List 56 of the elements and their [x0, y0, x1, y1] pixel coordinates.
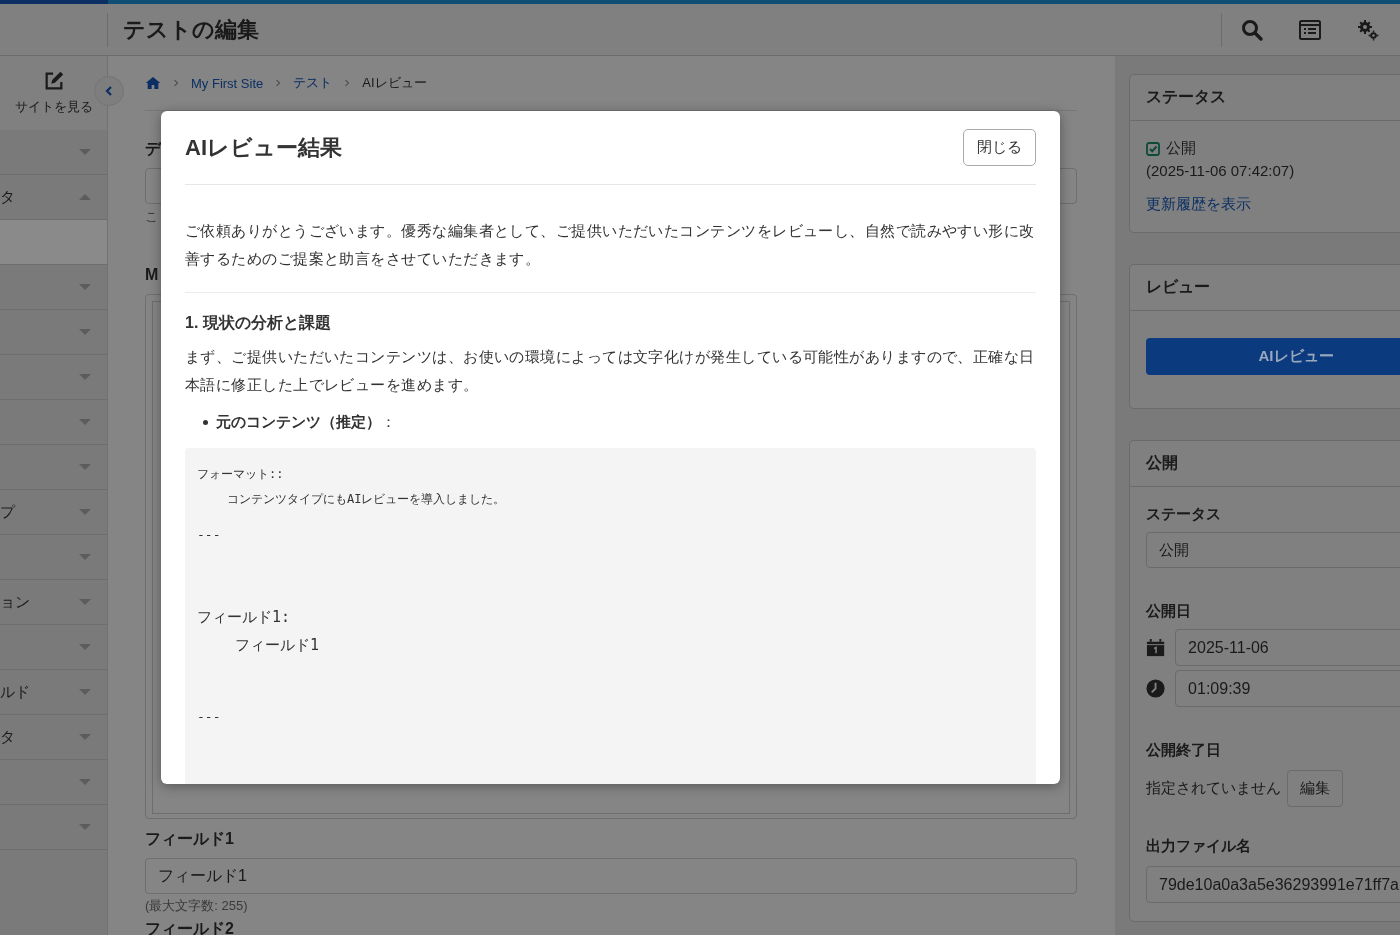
modal-title: AIレビュー結果	[185, 133, 342, 162]
text-field[interactable]: フィールド1	[145, 858, 1077, 894]
view-site-link[interactable]: サイトを見る	[0, 56, 107, 130]
ai-review-button[interactable]: AIレビュー	[1146, 338, 1400, 375]
bullet-icon	[203, 420, 208, 425]
window-list-icon[interactable]	[1298, 17, 1322, 42]
section-heading: 1. 現状の分析と課題	[185, 313, 332, 333]
field-label: M	[145, 266, 159, 284]
clock-icon	[1146, 678, 1166, 699]
filename-field[interactable]: 79de10a0a3a5e36293991e71ff7a	[1146, 866, 1400, 903]
sidebar-item[interactable]: ルド	[0, 670, 107, 715]
chevron-right-icon	[275, 78, 282, 88]
body-paragraph: まず、ご提供いただいたコンテンツは、お使いの環境によっては文字化けが発生している可能性がありますので、正確な日本語に修正した上でレビューを進めます。	[185, 347, 1036, 395]
card-title: ステータス	[1130, 75, 1400, 121]
edit-button[interactable]: 編集	[1287, 770, 1343, 807]
sidebar-item[interactable]: タ	[0, 715, 107, 760]
field-hint: こ	[145, 208, 158, 226]
breadcrumb-link[interactable]: テスト	[293, 74, 333, 92]
search-icon[interactable]	[1240, 17, 1264, 42]
chevron-right-icon	[344, 78, 351, 88]
sidebar-item[interactable]: プ	[0, 490, 107, 535]
field-label: 公開日	[1146, 602, 1191, 621]
field-label: フィールド1	[145, 829, 234, 849]
status-text: 公開	[1166, 139, 1196, 158]
time-field[interactable]: 01:09:39	[1175, 670, 1400, 707]
chevron-right-icon	[173, 78, 179, 88]
page-title: テストの編集	[122, 15, 260, 44]
code-line: フィールド1	[235, 635, 320, 656]
gears-icon[interactable]	[1356, 17, 1380, 42]
code-line: コンテンツタイプにもAIレビューを導入しました。	[227, 491, 506, 508]
breadcrumb-current: AIレビュー	[362, 74, 427, 92]
sidebar-item[interactable]	[0, 220, 107, 265]
code-line: ---	[197, 708, 221, 726]
card-title: 公開	[1130, 441, 1400, 487]
chevron-left-icon	[103, 85, 115, 97]
code-line: フィールド1:	[197, 607, 291, 628]
calendar-icon	[1146, 637, 1166, 658]
field-label: 公開終了日	[1146, 741, 1221, 760]
code-line: フォーマット::	[197, 466, 284, 483]
end-date-text: 指定されていません	[1146, 779, 1281, 798]
code-line: ---	[197, 526, 221, 544]
home-icon[interactable]	[145, 75, 161, 91]
breadcrumb-link[interactable]: My First Site	[191, 75, 264, 91]
field-label: 出力ファイル名	[1146, 837, 1251, 856]
field-label: デ	[145, 139, 161, 159]
field-hint: (最大文字数: 255)	[145, 898, 248, 914]
status-select[interactable]: 公開	[1146, 532, 1400, 568]
status-date: (2025-11-06 07:42:07)	[1146, 162, 1296, 179]
sidebar-item[interactable]: ョン	[0, 580, 107, 625]
close-button[interactable]: 閉じる	[963, 129, 1036, 166]
bullet-text: 元のコンテンツ（推定）：	[216, 413, 396, 432]
card-title: レビュー	[1130, 265, 1400, 311]
field-label: ステータス	[1146, 505, 1221, 524]
date-field[interactable]: 2025-11-06	[1175, 629, 1400, 666]
intro-paragraph: ご依頼ありがとうございます。優秀な編集者として、ご提供いただいたコンテンツをレビューし、自然で読みやすい形に改善するためのご提案と助言をさせていただきます。	[185, 221, 1036, 269]
history-link[interactable]: 更新履歴を表示	[1146, 195, 1251, 214]
